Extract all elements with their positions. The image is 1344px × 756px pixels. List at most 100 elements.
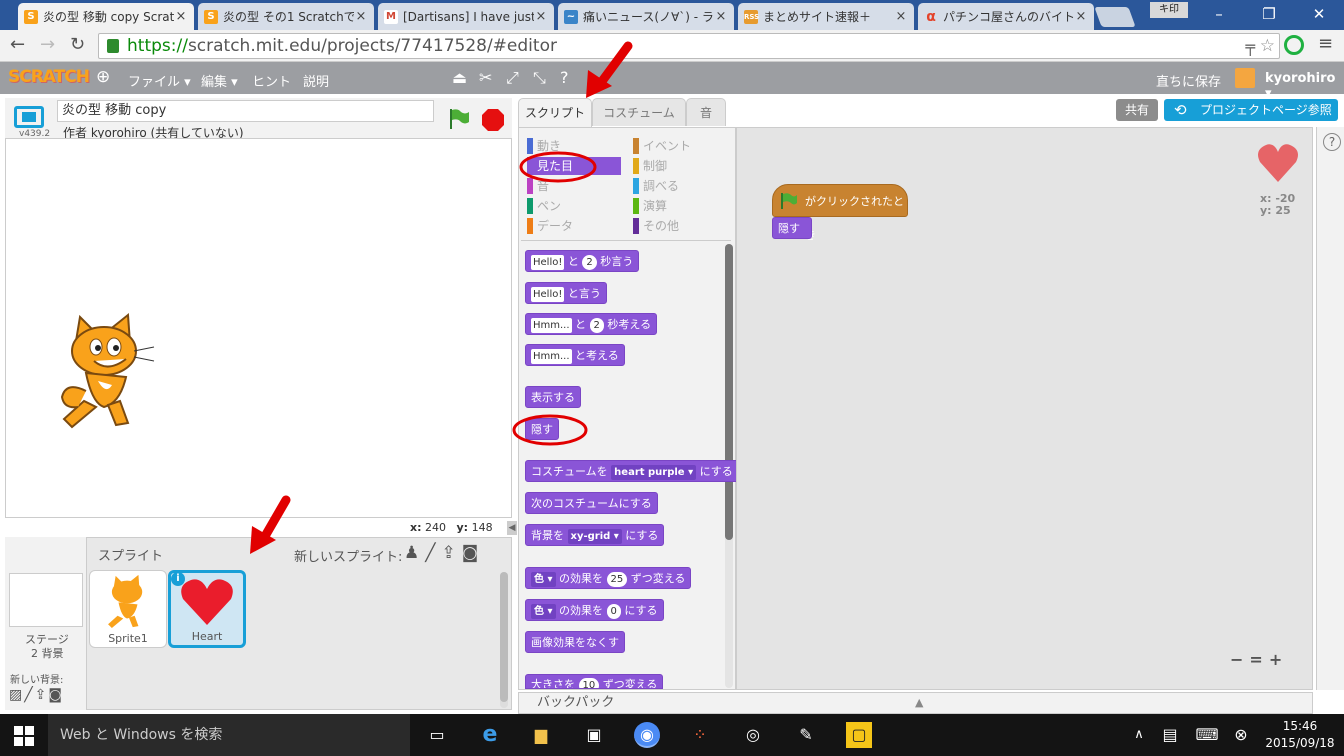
minimize-icon[interactable]: – (1194, 0, 1244, 30)
category-pen[interactable]: ペン (527, 197, 561, 215)
help-icon[interactable]: ? (1323, 133, 1341, 151)
duplicate-stamp-icon[interactable]: ⏏ (452, 68, 467, 87)
extension-pin-icon[interactable]: ╤ (1245, 35, 1255, 59)
upload-icon[interactable]: ⇪ (35, 687, 49, 703)
tab-close-icon[interactable]: × (174, 9, 188, 24)
category-operators[interactable]: 演算 (633, 197, 667, 215)
tab-close-icon[interactable]: × (534, 9, 548, 24)
block-say[interactable]: Hello! と言う (525, 282, 607, 304)
paintbrush-icon[interactable]: ╱ (24, 687, 34, 703)
block-next-costume[interactable]: 次のコスチュームにする (525, 492, 658, 514)
browser-tab[interactable]: ~ 痛いニュース(ノ∀`) - ライ × (558, 3, 734, 30)
scratch-logo[interactable]: SCRATCH (8, 67, 90, 87)
zoom-reset-icon[interactable]: = (1249, 650, 1268, 669)
edge-browser-icon[interactable]: e (477, 722, 503, 748)
kindle-icon[interactable]: ◎ (740, 722, 766, 748)
expand-arrow-icon[interactable]: ▲ (915, 693, 923, 713)
taskbar-clock[interactable]: 15:46 2015/09/18 (1262, 718, 1338, 752)
extension-icon[interactable] (1284, 35, 1304, 55)
chrome-icon[interactable]: ◉ (634, 722, 660, 748)
file-menu[interactable]: ファイル ▾ (128, 71, 191, 90)
category-control[interactable]: 制御 (633, 157, 667, 175)
restore-icon[interactable]: ❐ (1244, 0, 1294, 30)
category-events[interactable]: イベント (633, 137, 691, 155)
block-set-effect[interactable]: 色 ▾ の効果を 0 にする (525, 599, 664, 621)
browser-tab[interactable]: α パチンコ屋さんのバイト楽 × (918, 3, 1094, 30)
tab-close-icon[interactable]: × (894, 9, 908, 24)
block-clear-effects[interactable]: 画像効果をなくす (525, 631, 625, 653)
hint-menu[interactable]: ヒント (252, 71, 291, 90)
category-more-blocks[interactable]: その他 (633, 217, 679, 235)
sprite-info-icon[interactable]: i (171, 572, 185, 586)
user-menu[interactable]: kyorohiro ▾ (1265, 71, 1344, 101)
scratch-cat-sprite[interactable] (56, 311, 156, 429)
bookmark-star-icon[interactable]: ☆ (1260, 34, 1275, 58)
forward-arrow-icon[interactable]: → (40, 34, 55, 55)
store-icon[interactable]: ▣ (581, 722, 607, 748)
file-explorer-icon[interactable]: ▆ (528, 722, 554, 748)
block-show[interactable]: 表示する (525, 386, 581, 408)
user-avatar[interactable] (1235, 68, 1255, 88)
collapse-stage-arrow-icon[interactable]: ◀ (507, 521, 517, 535)
browser-menu-icon[interactable]: ≡ (1318, 33, 1333, 54)
tab-scripts[interactable]: スクリプト (518, 98, 592, 127)
delete-scissors-icon[interactable]: ✂ (479, 68, 492, 87)
camera-icon[interactable]: ◙ (462, 543, 485, 563)
paint-image-icon[interactable]: ▨ (9, 687, 24, 703)
reload-icon[interactable]: ↻ (70, 34, 85, 55)
stage-canvas[interactable] (5, 138, 512, 518)
browser-tab[interactable]: M [Dartisans] I have just × (378, 3, 554, 30)
green-flag-icon[interactable] (447, 107, 471, 131)
block-say-for-secs[interactable]: Hello! と 2 秒言う (525, 250, 640, 272)
camera-icon[interactable]: ◙ (48, 687, 64, 703)
sticky-app-icon[interactable]: ▢ (846, 722, 872, 748)
tab-close-icon[interactable]: × (714, 9, 728, 24)
category-data[interactable]: データ (527, 217, 573, 235)
help-block-icon[interactable]: ? (560, 68, 569, 87)
block-switch-backdrop[interactable]: 背景を xy-grid ▾ にする (525, 524, 665, 546)
block-think-for-secs[interactable]: Hmm... と 2 秒考える (525, 313, 658, 335)
keyboard-icon[interactable]: ⌨ (1194, 722, 1220, 748)
url-input[interactable]: https://scratch.mit.edu/projects/7741752… (98, 33, 1280, 59)
sprite-library-icon[interactable]: ♟ (404, 543, 425, 563)
tab-sounds[interactable]: 音 (686, 98, 726, 126)
grow-icon[interactable]: ⤢ (506, 68, 519, 88)
script-hide-block[interactable]: 隠す (772, 217, 812, 239)
app-grid-icon[interactable]: ⁘ (687, 722, 713, 748)
shrink-icon[interactable]: ⤡ (533, 68, 546, 88)
block-think[interactable]: Hmm... と考える (525, 344, 625, 366)
backpack-panel[interactable]: バックパック ▲ (518, 692, 1313, 714)
sprite-thumb-heart[interactable]: i Heart (168, 570, 246, 648)
save-now-link[interactable]: 直ちに保存 (1156, 71, 1221, 90)
block-switch-costume[interactable]: コスチュームを heart purple ▾ にする (525, 460, 739, 482)
task-view-icon[interactable]: ▭ (424, 722, 450, 748)
fullscreen-icon[interactable] (14, 106, 44, 128)
upload-icon[interactable]: ⇪ (442, 543, 462, 563)
zoom-in-icon[interactable]: + (1269, 650, 1288, 669)
edit-menu[interactable]: 編集 ▾ (201, 71, 238, 90)
windows-start-icon[interactable] (14, 726, 34, 746)
share-button[interactable]: 共有 (1116, 99, 1158, 121)
window-close-icon[interactable]: ✕ (1294, 0, 1344, 30)
browser-tab-active[interactable]: S 炎の型 移動 copy Scrat × (18, 3, 194, 30)
project-title-input[interactable]: 炎の型 移動 copy (57, 100, 434, 122)
language-globe-icon[interactable]: ⊕ (96, 67, 110, 87)
script-when-flag-clicked[interactable]: がクリックされたとき (772, 184, 908, 242)
tray-overflow-icon[interactable]: ∧ (1126, 722, 1152, 748)
block-change-effect[interactable]: 色 ▾ の効果を 25 ずつ変える (525, 567, 692, 589)
tab-close-icon[interactable]: × (354, 9, 368, 24)
stage-thumbnail[interactable] (9, 573, 83, 627)
browser-tab[interactable]: S 炎の型 その1 Scratchで × (198, 3, 374, 30)
new-tab-button[interactable] (1094, 7, 1136, 27)
taskbar-search-box[interactable]: Web と Windows を検索 (48, 714, 410, 756)
category-sensing[interactable]: 調べる (633, 177, 679, 195)
tab-costumes[interactable]: コスチューム (592, 98, 686, 126)
paint-app-icon[interactable]: ✎ (793, 722, 819, 748)
block-change-size[interactable]: 大きさを 10 ずつ変える (525, 674, 664, 689)
ime-icon[interactable]: ⊗ (1228, 722, 1254, 748)
browser-tab[interactable]: RSS まとめサイト速報＋ × (738, 3, 914, 30)
about-menu[interactable]: 説明 (303, 71, 329, 90)
action-center-icon[interactable]: ▤ (1157, 722, 1183, 748)
project-page-button[interactable]: ⟲ プロジェクトページ参照 (1164, 99, 1338, 121)
zoom-out-icon[interactable]: − (1230, 650, 1249, 669)
